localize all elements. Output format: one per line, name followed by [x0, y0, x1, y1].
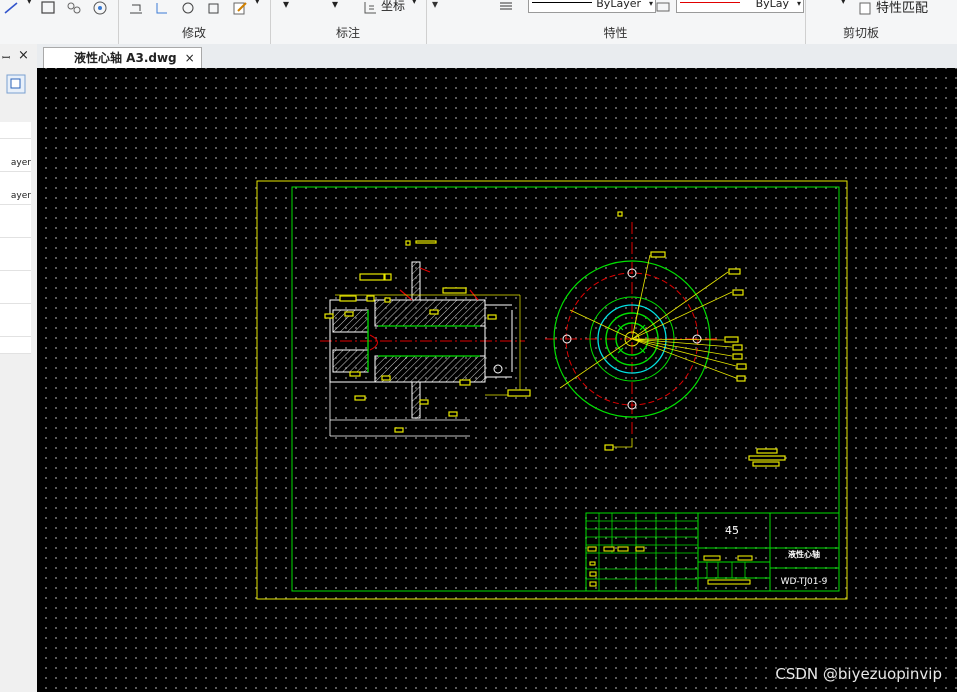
hatched-region: [332, 349, 369, 373]
linetype-preview: [532, 2, 592, 3]
chevron-down-icon: ▾: [648, 0, 653, 8]
section-view: [320, 240, 531, 437]
dimension-tags: [324, 240, 531, 433]
ribbon: ▾ ▾ 修改 ▾ ▾ 坐标 ▾ 标注 ▾ ByLayer ▾ ByLay ▾ 特…: [0, 0, 957, 45]
drawing-number-text: WD-TJ01-9: [781, 577, 828, 587]
property-row[interactable]: [0, 320, 31, 337]
property-row[interactable]: [0, 204, 31, 222]
property-row[interactable]: ayer: [0, 155, 31, 172]
close-icon[interactable]: ×: [18, 48, 29, 63]
color-swatch-icon[interactable]: [655, 1, 671, 15]
document-tab-label: 液性心轴 A3.dwg: [74, 51, 177, 65]
color-preview: [680, 2, 740, 3]
pin-icon[interactable]: ꟷ: [2, 50, 10, 64]
property-row[interactable]: [0, 287, 31, 304]
chevron-down-icon[interactable]: ▾: [27, 0, 32, 7]
explode-icon[interactable]: [206, 1, 222, 15]
sheet-border: [256, 180, 848, 600]
leader-dropdown[interactable]: ▾: [332, 0, 338, 11]
flange: [411, 381, 421, 419]
coordinate-icon[interactable]: [362, 1, 378, 15]
line-tool-icon[interactable]: [3, 1, 19, 15]
flange: [411, 261, 421, 301]
ribbon-group-draw: ▾: [0, 0, 119, 44]
linetype-combo[interactable]: ByLayer ▾: [528, 0, 656, 13]
watermark-text: CSDN @biyezuopinvip: [775, 665, 942, 683]
edit-icon[interactable]: [232, 1, 248, 15]
property-row[interactable]: ayer: [0, 188, 31, 205]
drawing-canvas[interactable]: 45 液性心轴 WD-TJ01-9 CSDN @biyezuopinvip: [37, 68, 957, 692]
quick-select-icon[interactable]: [6, 74, 26, 94]
group-icon[interactable]: [66, 1, 82, 15]
property-row[interactable]: [0, 221, 31, 238]
chevron-down-icon[interactable]: ▾: [412, 0, 417, 7]
coordinate-label[interactable]: 坐标: [381, 0, 405, 14]
properties-panel: ꟷ × ayer ayer: [0, 44, 38, 692]
properties-group-label: 特性: [603, 26, 628, 40]
property-row[interactable]: [0, 303, 31, 321]
annotate-group-label: 标注: [335, 26, 360, 40]
color-combo[interactable]: ByLay ▾: [676, 0, 804, 13]
ribbon-group-modify: ▾ 修改: [118, 0, 271, 44]
paste-dropdown[interactable]: ▾: [841, 0, 846, 7]
palette-icon[interactable]: [92, 1, 108, 15]
part-name-text: 液性心轴: [788, 549, 820, 559]
rotate-icon[interactable]: [180, 1, 196, 15]
property-row[interactable]: [0, 270, 31, 288]
property-row[interactable]: [0, 122, 31, 139]
array-icon[interactable]: [154, 1, 170, 15]
document-tab-bar: 液性心轴 A3.dwg ×: [37, 44, 957, 69]
panel-header: ꟷ ×: [0, 48, 37, 64]
property-row[interactable]: [0, 138, 31, 156]
style-manager-dropdown[interactable]: ▾: [432, 0, 438, 11]
dimension-dropdown[interactable]: ▾: [283, 0, 289, 11]
clipboard-group-label: 剪切板: [842, 26, 879, 40]
property-row[interactable]: [0, 171, 31, 189]
document-tab[interactable]: 液性心轴 A3.dwg ×: [43, 47, 202, 69]
modify-group-label: 修改: [181, 26, 206, 40]
hatched-region: [374, 355, 486, 383]
end-view: [545, 211, 786, 467]
chevron-down-icon: ▾: [796, 0, 801, 8]
drawing-frame: [291, 186, 840, 592]
stretch-icon[interactable]: [128, 1, 144, 15]
ribbon-group-annotate: ▾ ▾ 坐标 ▾ 标注: [270, 0, 427, 44]
match-properties-button[interactable]: 特性匹配: [876, 0, 928, 16]
ribbon-group-properties: ▾ ByLayer ▾ ByLay ▾ 特性: [426, 0, 806, 44]
cad-drawing: 45 液性心轴 WD-TJ01-9: [256, 180, 848, 600]
property-row[interactable]: [0, 237, 31, 255]
ribbon-group-clipboard: ▾ 特性匹配 剪切板: [805, 0, 957, 44]
lineweight-icon[interactable]: [498, 1, 514, 15]
property-row[interactable]: [0, 254, 31, 271]
material-text: 45: [725, 524, 739, 537]
rectangle-select-icon[interactable]: [40, 1, 56, 15]
close-tab-icon[interactable]: ×: [185, 48, 195, 68]
chevron-down-icon[interactable]: ▾: [255, 0, 260, 7]
match-properties-icon[interactable]: [857, 1, 873, 15]
property-row[interactable]: [0, 336, 31, 354]
